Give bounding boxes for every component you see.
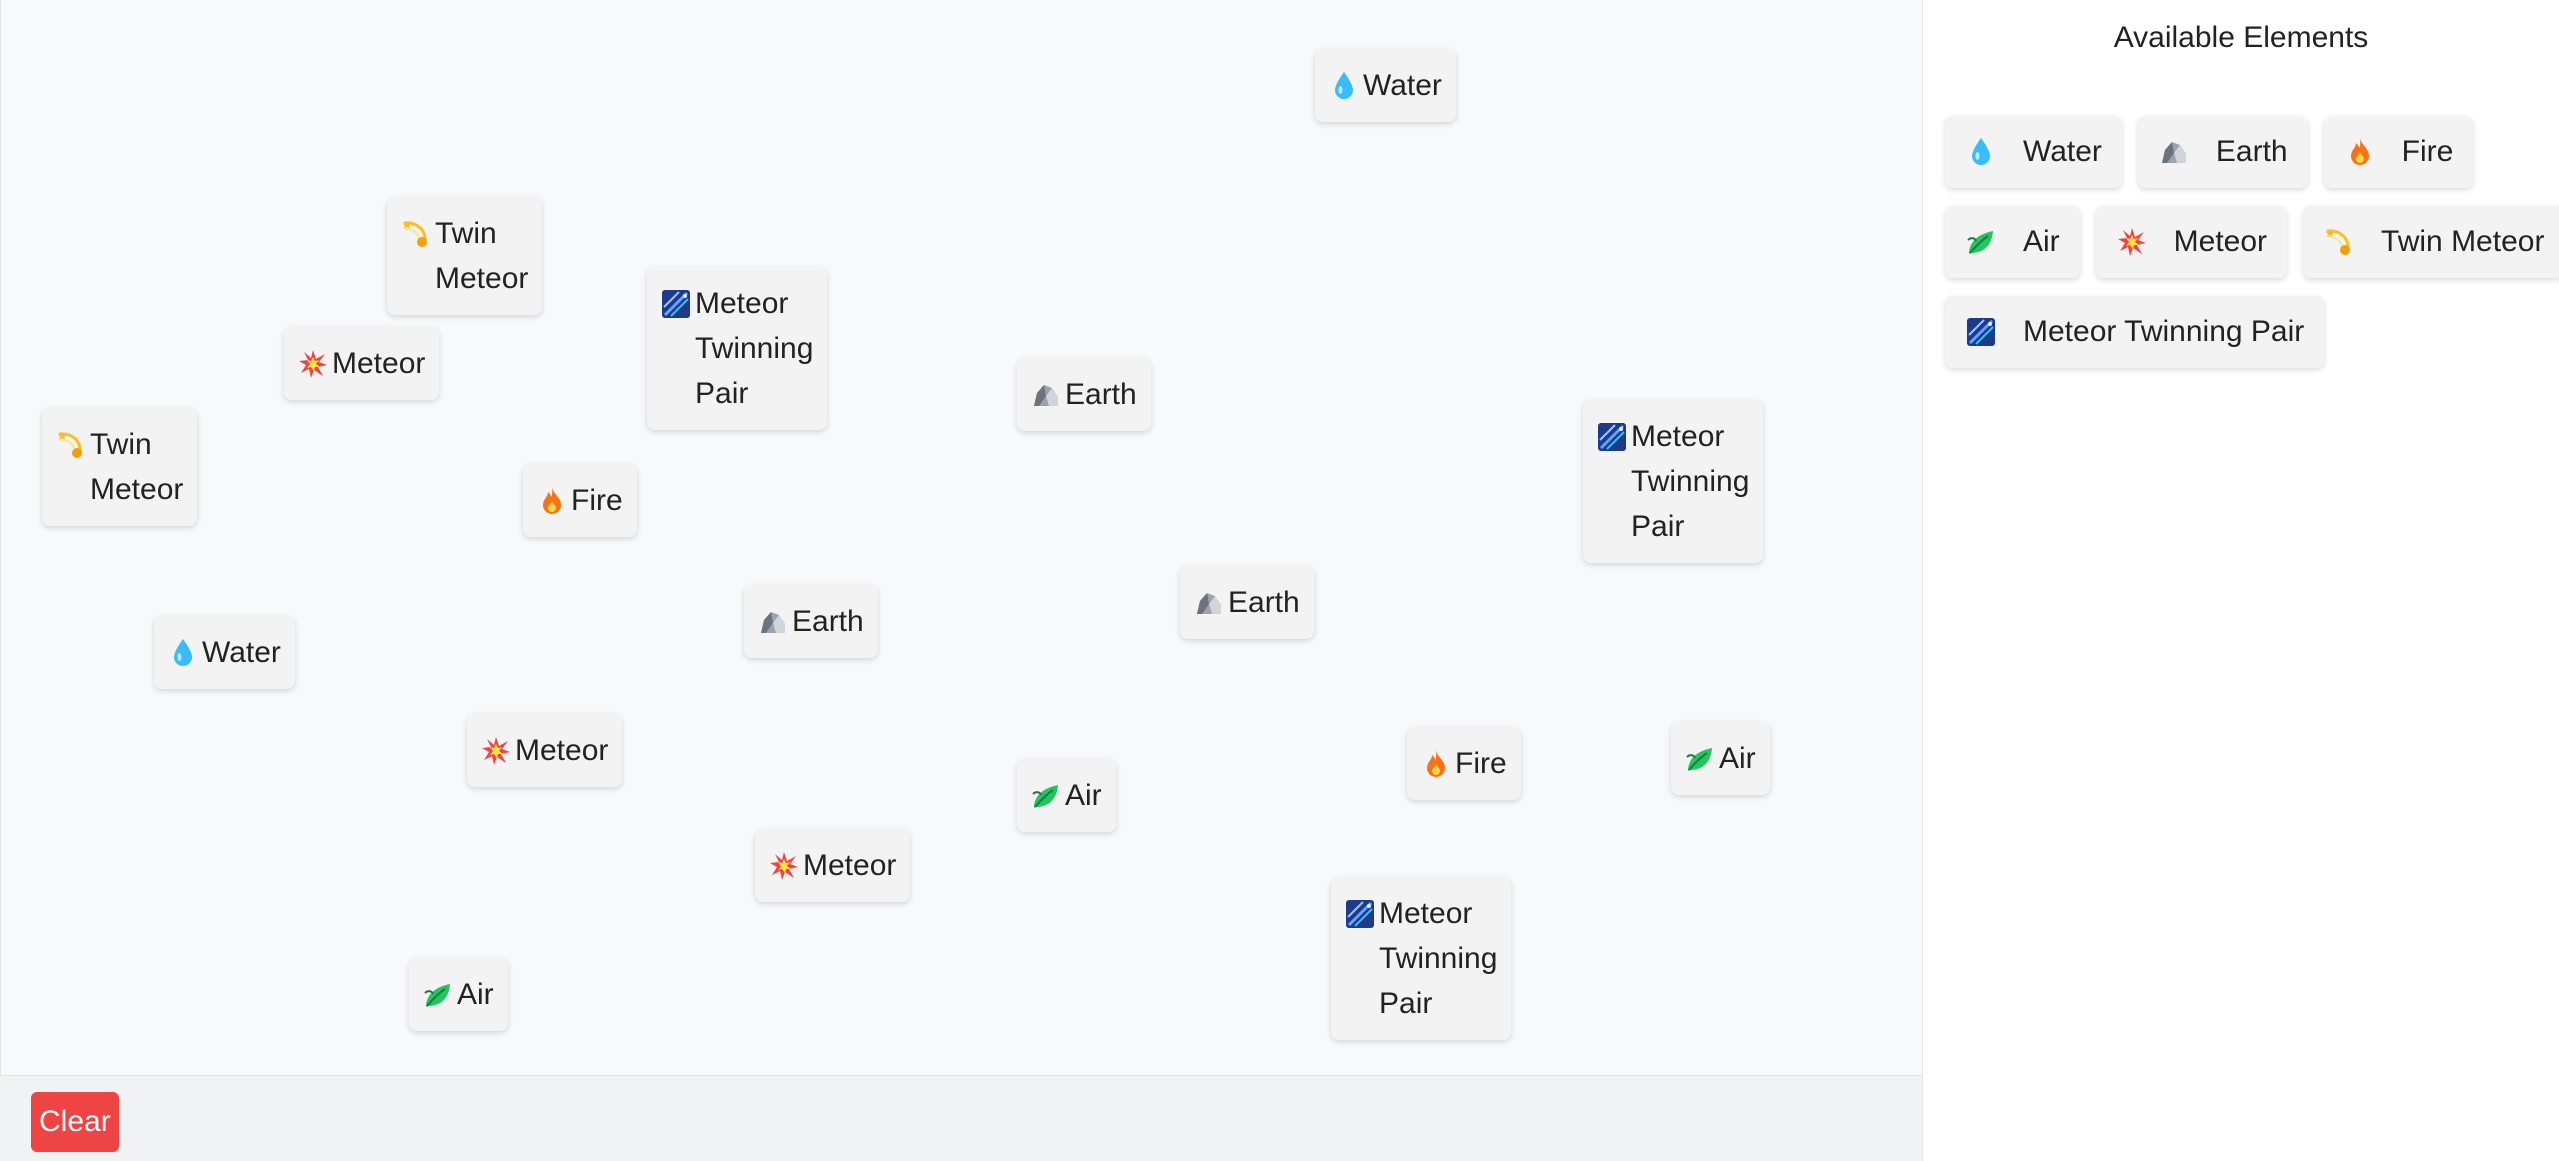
workspace-element-label: Water <box>202 636 281 669</box>
workspace-element-label: Air <box>1719 742 1756 775</box>
workspace-element[interactable]: Air <box>1671 722 1770 795</box>
meteor-twinning-pair-icon <box>661 281 691 326</box>
workspace-element[interactable]: Water <box>1315 49 1456 122</box>
workspace-element-label: Twin Meteor <box>435 217 529 295</box>
palette-item-air[interactable]: Air <box>1945 206 2080 278</box>
air-icon <box>1031 773 1061 818</box>
palette-row: Water Earth Fire <box>1945 116 2547 188</box>
workspace-element[interactable]: Meteor <box>467 714 623 787</box>
palette-item-meteor-twinning-pair[interactable]: Meteor Twinning Pair <box>1945 296 2325 368</box>
workspace-element[interactable]: Meteor Twinning Pair <box>1331 877 1512 1040</box>
sidebar-title: Available Elements <box>2113 21 2369 54</box>
palette-item-meteor[interactable]: Meteor <box>2095 206 2288 278</box>
meteor-icon <box>481 728 511 773</box>
palette-item-twin-meteor[interactable]: Twin Meteor <box>2303 206 2559 278</box>
workspace-element[interactable]: Meteor <box>284 327 440 400</box>
workspace-element[interactable]: Fire <box>523 464 637 537</box>
workspace-element-label: Meteor <box>803 849 897 882</box>
elements-sidebar: Available Elements Water Earth Fire Air Mete… <box>1922 0 2559 1161</box>
clear-button[interactable]: Clear <box>31 1092 119 1152</box>
element-palette: Water Earth Fire Air Meteor Twin Meteor Meteor… <box>1945 116 2559 368</box>
air-icon <box>1685 736 1715 781</box>
palette-row: Meteor Twinning Pair <box>1945 296 2547 368</box>
palette-item-earth[interactable]: Earth <box>2137 116 2308 188</box>
meteor-icon <box>769 843 799 888</box>
water-icon <box>168 630 198 675</box>
workspace-element-label: Meteor <box>515 734 609 767</box>
palette-item-label: Air <box>2023 225 2060 258</box>
workspace-element[interactable]: Earth <box>1017 358 1151 431</box>
palette-item-label: Meteor <box>2173 225 2268 258</box>
workspace-element[interactable]: Twin Meteor <box>387 197 543 315</box>
earth-icon <box>1031 372 1061 417</box>
water-icon <box>1329 63 1359 108</box>
workspace-element-label: Fire <box>571 484 623 517</box>
twin-meteor-icon <box>401 211 431 256</box>
workspace-element-label: Water <box>1363 69 1442 102</box>
meteor-icon <box>2116 226 2148 258</box>
workspace-element-label: Meteor Twinning Pair <box>695 287 814 410</box>
workspace-element[interactable]: Twin Meteor <box>42 408 198 526</box>
workspace-element[interactable]: Meteor Twinning Pair <box>647 267 828 430</box>
workspace-element[interactable]: Fire <box>1407 727 1521 800</box>
fire-icon <box>1421 741 1451 786</box>
workspace-toolbar: Clear <box>0 1075 1922 1161</box>
earth-icon <box>758 599 788 644</box>
workspace-canvas[interactable]: Water Twin Meteor Meteor Twinning Pair Meteor E… <box>0 0 1922 1075</box>
workspace-element[interactable]: Meteor Twinning Pair <box>1583 400 1764 563</box>
workspace-element-label: Fire <box>1455 747 1507 780</box>
workspace-element-label: Earth <box>1228 586 1300 619</box>
twin-meteor-icon <box>2323 226 2355 258</box>
earth-icon <box>1194 580 1224 625</box>
palette-item-label: Fire <box>2401 135 2454 168</box>
palette-item-label: Twin Meteor <box>2381 225 2545 258</box>
air-icon <box>1965 226 1997 258</box>
workspace-element-label: Air <box>457 978 494 1011</box>
palette-item-fire[interactable]: Fire <box>2323 116 2474 188</box>
fire-icon <box>2344 136 2376 168</box>
workspace-element[interactable]: Air <box>1017 759 1116 832</box>
workspace-element-label: Earth <box>1065 378 1137 411</box>
workspace-element-label: Meteor <box>332 347 426 380</box>
palette-item-label: Earth <box>2215 135 2288 168</box>
twin-meteor-icon <box>56 422 86 467</box>
palette-row: Air Meteor Twin Meteor <box>1945 206 2559 278</box>
workspace-element-label: Meteor Twinning Pair <box>1631 420 1750 543</box>
meteor-twinning-pair-icon <box>1345 891 1375 936</box>
workspace-element[interactable]: Earth <box>744 585 878 658</box>
workspace-element-label: Earth <box>792 605 864 638</box>
workspace-element-label: Meteor Twinning Pair <box>1379 897 1498 1020</box>
workspace-element[interactable]: Water <box>154 616 295 689</box>
meteor-twinning-pair-icon <box>1965 316 1997 348</box>
meteor-icon <box>298 341 328 386</box>
earth-icon <box>2158 136 2190 168</box>
air-icon <box>423 972 453 1017</box>
workspace-element-label: Air <box>1065 779 1102 812</box>
palette-item-label: Meteor Twinning Pair <box>2023 315 2305 348</box>
palette-item-label: Water <box>2023 135 2102 168</box>
fire-icon <box>537 478 567 523</box>
workspace-element[interactable]: Meteor <box>755 829 911 902</box>
palette-item-water[interactable]: Water <box>1945 116 2122 188</box>
workspace-element[interactable]: Air <box>409 958 508 1031</box>
meteor-twinning-pair-icon <box>1597 414 1627 459</box>
app-root: Water Twin Meteor Meteor Twinning Pair Meteor E… <box>0 0 2559 1161</box>
workspace-element[interactable]: Earth <box>1180 566 1314 639</box>
water-icon <box>1965 136 1997 168</box>
workspace-element-label: Twin Meteor <box>90 428 184 506</box>
